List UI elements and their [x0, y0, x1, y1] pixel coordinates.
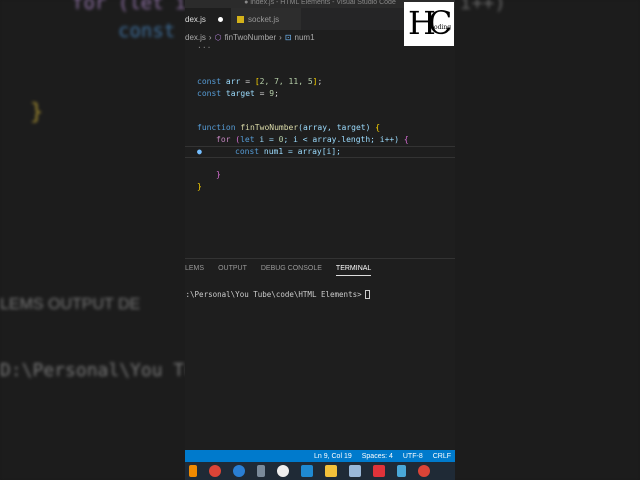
calculator-icon[interactable] [257, 465, 265, 477]
anydesk-icon[interactable] [373, 465, 385, 477]
explorer-icon[interactable] [325, 465, 337, 477]
vscode-icon[interactable] [301, 465, 313, 477]
tab-index-js[interactable]: dex.js [185, 8, 231, 30]
code-line: } [197, 182, 202, 191]
greenshot-icon[interactable] [277, 465, 289, 477]
thunderbird-icon[interactable] [233, 465, 245, 477]
bg-code-const: const [118, 20, 176, 42]
indentation[interactable]: Spaces: 4 [362, 453, 393, 460]
tab-output[interactable]: OUTPUT [218, 265, 247, 276]
taskbar [185, 462, 455, 480]
tab-debug-console[interactable]: DEBUG CONSOLE [261, 265, 322, 276]
code-line: const target = 9; [197, 89, 279, 98]
status-bar: Ln 9, Col 19 Spaces: 4 UTF-8 CRLF [185, 450, 455, 462]
panel-tabs: LEMS OUTPUT DEBUG CONSOLE TERMINAL [185, 259, 455, 276]
bg-code-for-right: i++) [460, 0, 506, 14]
cursor-position[interactable]: Ln 9, Col 19 [314, 453, 352, 460]
code-line: const arr = [2, 7, 11, 5]; [197, 77, 323, 86]
vlc-icon[interactable] [189, 465, 197, 477]
encoding[interactable]: UTF-8 [403, 453, 423, 460]
photos-icon[interactable] [349, 465, 361, 477]
vscode-window: ● index.js - HTML Elements - Visual Stud… [185, 0, 455, 480]
chrome-icon[interactable] [209, 465, 221, 477]
folded-region[interactable]: ... [197, 40, 211, 52]
terminal[interactable]: D:\Personal\You Tube\code\HTML Elements> [185, 290, 455, 299]
chrome-alt-icon[interactable] [418, 465, 430, 477]
terminal-prompt: D:\Personal\You Tube\code\HTML Elements> [185, 290, 362, 299]
code-line: const num1 = array[i]; [235, 147, 341, 156]
tab-terminal[interactable]: TERMINAL [335, 265, 372, 276]
breadcrumb-function[interactable]: finTwoNumber [225, 33, 277, 42]
breadcrumb-variable[interactable]: num1 [295, 33, 315, 42]
code-line: for (let i = 0; i < array.length; i++) { [216, 135, 409, 144]
bg-code-for: for (let i [72, 0, 187, 14]
terminal-cursor [364, 290, 370, 299]
logo-sub: oding [434, 24, 452, 31]
tab-label: dex.js [185, 14, 206, 24]
line-ending[interactable]: CRLF [433, 453, 451, 460]
variable-icon: ⊡ [284, 32, 292, 42]
bg-terminal: D:\Personal\You Tu [0, 360, 196, 381]
notepad-icon[interactable] [397, 465, 406, 477]
bg-panel-tabs: LEMS OUTPUT DE [0, 296, 141, 313]
function-icon: ⬡ [214, 32, 222, 42]
code-line: } [216, 170, 221, 179]
lightbulb-icon[interactable]: ● [197, 146, 202, 158]
modified-dot-icon[interactable] [218, 16, 223, 22]
tab-label: socket.js [248, 14, 280, 24]
js-file-icon [237, 15, 244, 23]
code-line: function finTwoNumber(array, target) { [197, 123, 381, 132]
channel-logo: HC oding [404, 2, 454, 46]
bottom-panel: LEMS OUTPUT DEBUG CONSOLE TERMINAL D:\Pe… [185, 258, 455, 450]
tab-socket-js[interactable]: socket.js [231, 8, 301, 30]
tab-problems[interactable]: LEMS [185, 265, 204, 276]
